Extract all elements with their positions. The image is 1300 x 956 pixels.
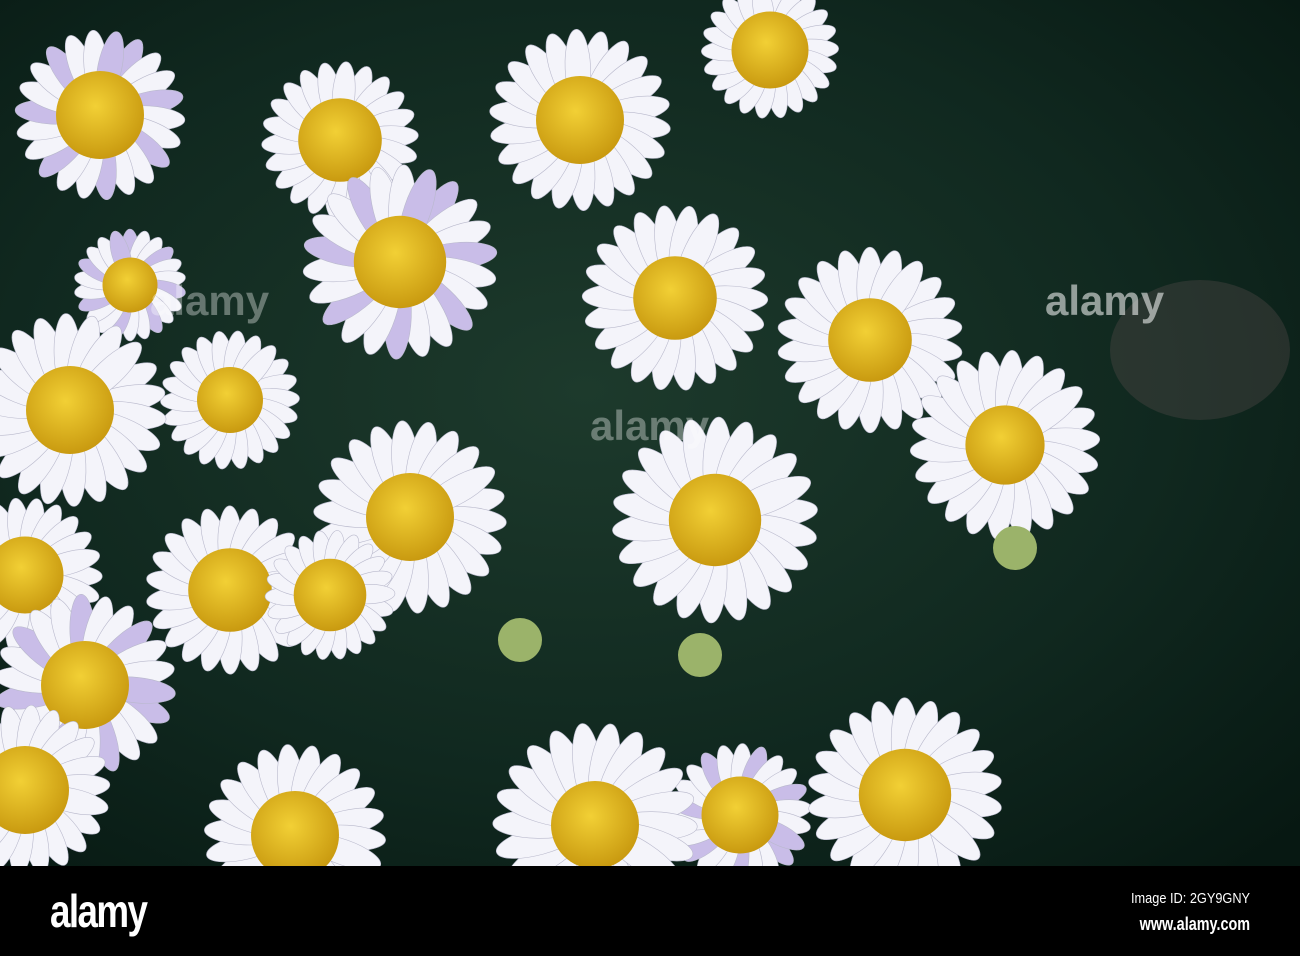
flower-center (731, 11, 809, 89)
watermark: alamy (1045, 277, 1165, 324)
flower-center (633, 256, 717, 340)
flower-center (353, 215, 447, 309)
flower-center (56, 71, 144, 159)
flower-center (828, 298, 912, 382)
site-url: www.alamy.com (1139, 914, 1250, 934)
footer-bar: alamy Image ID: 2GY9GNY www.alamy.com (0, 866, 1300, 956)
flower-bud (498, 618, 542, 662)
flower-bud (678, 633, 722, 677)
watermark: alamy (590, 402, 710, 449)
alamy-logo: alamy (50, 885, 148, 937)
flower-center (298, 98, 382, 182)
flower-center (965, 405, 1045, 485)
flower-center (536, 76, 624, 164)
flower-center (188, 548, 272, 632)
flower-center (668, 473, 762, 567)
image-id: Image ID: 2GY9GNY (1130, 890, 1250, 907)
stock-photo: alamy alamy alamy alamy Image ID: 2GY9GN… (0, 0, 1300, 956)
flower-center (551, 781, 639, 866)
daisy-photo: alamy alamy alamy (0, 0, 1300, 866)
flower-center (26, 366, 114, 454)
flower-center (858, 748, 952, 842)
flower-center (701, 776, 779, 854)
flower-center (293, 558, 367, 632)
watermark: alamy (150, 277, 270, 324)
flower-center (197, 367, 263, 433)
flower-bud (993, 526, 1037, 570)
flower-center (366, 473, 454, 561)
